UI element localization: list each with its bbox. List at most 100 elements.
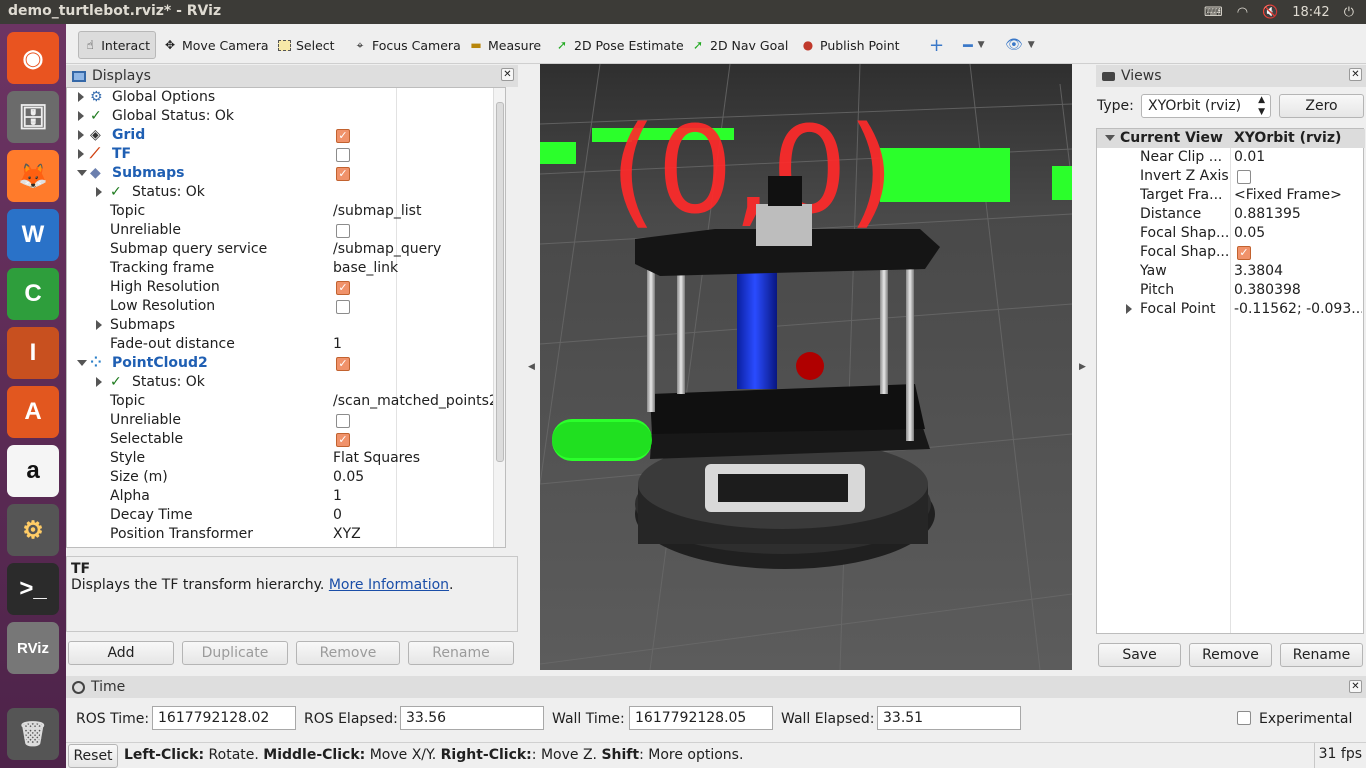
close-views-button[interactable]: ✕: [1349, 68, 1362, 81]
view-property-row[interactable]: Near Clip ... 0.01: [1097, 148, 1365, 167]
collapse-arrow-icon[interactable]: [77, 170, 87, 176]
files-icon[interactable]: 🗄: [7, 91, 59, 143]
display-row-value[interactable]: Flat Squares: [333, 450, 420, 466]
expand-arrow-icon[interactable]: [78, 111, 84, 121]
settings-icon[interactable]: ⚙: [7, 504, 59, 556]
view-property-value[interactable]: 0.01: [1234, 149, 1362, 165]
display-row-value[interactable]: 0: [333, 507, 342, 523]
display-row[interactable]: ◆ Submaps ✓: [67, 164, 505, 183]
select-tool-button[interactable]: Select: [273, 31, 340, 59]
duplicate-display-button[interactable]: Duplicate: [182, 641, 288, 665]
display-row[interactable]: Unreliable: [67, 221, 505, 240]
ros-time-field[interactable]: 1617792128.02: [152, 706, 296, 730]
ubuntu-dash-icon[interactable]: ◉: [7, 32, 59, 84]
display-row[interactable]: Tracking frame base_link: [67, 259, 505, 278]
rviz-icon[interactable]: RViz: [7, 622, 59, 674]
amazon-icon[interactable]: a: [7, 445, 59, 497]
current-view-row[interactable]: Current View XYOrbit (rviz): [1097, 129, 1365, 148]
power-icon[interactable]: ⏻: [1344, 5, 1354, 20]
writer-icon[interactable]: W: [7, 209, 59, 261]
display-row-value[interactable]: 0.05: [333, 469, 364, 485]
zero-button[interactable]: Zero: [1279, 94, 1364, 118]
display-row[interactable]: Selectable ✓: [67, 430, 505, 449]
view-property-checkbox[interactable]: [1237, 170, 1251, 184]
display-row-value[interactable]: /scan_matched_points2: [333, 393, 498, 409]
display-checkbox[interactable]: ✓: [336, 433, 350, 447]
display-row[interactable]: Low Resolution: [67, 297, 505, 316]
move-camera-tool-button[interactable]: ✥ Move Camera: [158, 31, 274, 59]
display-row[interactable]: Alpha 1: [67, 487, 505, 506]
display-row[interactable]: ⁘ PointCloud2 ✓: [67, 354, 505, 373]
left-splitter-handle[interactable]: ◀: [528, 362, 535, 372]
display-row-value[interactable]: /submap_list: [333, 203, 421, 219]
interact-tool-button[interactable]: ☝ Interact: [78, 31, 156, 59]
close-displays-button[interactable]: ✕: [501, 68, 514, 81]
scene-canvas[interactable]: (0,0): [540, 64, 1072, 670]
display-row[interactable]: Decay Time 0: [67, 506, 505, 525]
display-row[interactable]: Topic/scan_matched_points2: [67, 392, 505, 411]
render-view[interactable]: (0,0): [540, 64, 1072, 670]
expand-arrow-icon[interactable]: [78, 149, 84, 159]
display-row-value[interactable]: base_link: [333, 260, 398, 276]
display-row[interactable]: Fade-out distance 1: [67, 335, 505, 354]
rename-view-button[interactable]: Rename: [1280, 643, 1363, 667]
display-checkbox[interactable]: ✓: [336, 281, 350, 295]
view-property-value[interactable]: 3.3804: [1234, 263, 1362, 279]
measure-tool-button[interactable]: ▬ Measure: [464, 31, 546, 59]
display-row-value[interactable]: 1: [333, 336, 342, 352]
experimental-checkbox[interactable]: [1237, 711, 1251, 725]
view-property-row[interactable]: Distance 0.881395: [1097, 205, 1365, 224]
focus-camera-tool-button[interactable]: ⌖ Focus Camera: [348, 31, 466, 59]
firefox-icon[interactable]: 🦊: [7, 150, 59, 202]
view-type-select[interactable]: XYOrbit (rviz) ▲ ▼: [1141, 94, 1271, 118]
impress-icon[interactable]: I: [7, 327, 59, 379]
view-property-checkbox[interactable]: ✓: [1237, 246, 1251, 260]
more-information-link[interactable]: More Information: [329, 577, 449, 593]
display-row[interactable]: Topic/submap_list: [67, 202, 505, 221]
display-checkbox[interactable]: [336, 148, 350, 162]
add-display-button[interactable]: Add: [68, 641, 174, 665]
display-row[interactable]: ✓ Status: Ok: [67, 183, 505, 202]
view-property-row[interactable]: Target Fra... <Fixed Frame>: [1097, 186, 1365, 205]
display-row-value[interactable]: 1: [333, 488, 342, 504]
remove-tool-button[interactable]: ━ ▼: [958, 31, 990, 59]
ros-elapsed-field[interactable]: 33.56: [400, 706, 544, 730]
view-property-value[interactable]: 0.881395: [1234, 206, 1362, 222]
calc-icon[interactable]: C: [7, 268, 59, 320]
expand-arrow-icon[interactable]: [78, 130, 84, 140]
display-row[interactable]: ✓ Status: Ok: [67, 373, 505, 392]
collapse-arrow-icon[interactable]: [77, 360, 87, 366]
publish-point-tool-button[interactable]: ● Publish Point: [796, 31, 905, 59]
display-checkbox[interactable]: ✓: [336, 167, 350, 181]
display-row[interactable]: ✓ Global Status: Ok: [67, 107, 505, 126]
remove-view-button[interactable]: Remove: [1189, 643, 1272, 667]
clock[interactable]: 18:42: [1292, 5, 1329, 20]
expand-arrow-icon[interactable]: [78, 92, 84, 102]
display-row[interactable]: Unreliable: [67, 411, 505, 430]
view-property-row[interactable]: Invert Z Axis: [1097, 167, 1365, 186]
pose-estimate-tool-button[interactable]: ➚ 2D Pose Estimate: [550, 31, 689, 59]
display-row[interactable]: Position Transformer XYZ: [67, 525, 505, 544]
wall-time-field[interactable]: 1617792128.05: [629, 706, 773, 730]
view-property-row[interactable]: Yaw 3.3804: [1097, 262, 1365, 281]
wall-elapsed-field[interactable]: 33.51: [877, 706, 1021, 730]
view-menu-button[interactable]: 👁 ▼: [1000, 31, 1040, 59]
save-view-button[interactable]: Save: [1098, 643, 1181, 667]
view-property-row[interactable]: Focal Shap... ✓: [1097, 243, 1365, 262]
display-checkbox[interactable]: ✓: [336, 357, 350, 371]
expand-arrow-icon[interactable]: [1126, 304, 1132, 314]
view-property-value[interactable]: 0.05: [1234, 225, 1362, 241]
software-center-icon[interactable]: A: [7, 386, 59, 438]
right-splitter-handle[interactable]: ▶: [1079, 362, 1086, 372]
remove-display-button[interactable]: Remove: [296, 641, 400, 665]
view-property-row[interactable]: Focal Point -0.11562; -0.093...: [1097, 300, 1365, 319]
rename-display-button[interactable]: Rename: [408, 641, 514, 665]
expand-arrow-icon[interactable]: [96, 187, 102, 197]
wifi-icon[interactable]: ◠: [1237, 5, 1248, 20]
view-property-row[interactable]: Focal Shap... 0.05: [1097, 224, 1365, 243]
display-row-value[interactable]: XYZ: [333, 526, 361, 542]
expand-arrow-icon[interactable]: [96, 320, 102, 330]
display-row[interactable]: Submaps: [67, 316, 505, 335]
display-row[interactable]: ◈ Grid ✓: [67, 126, 505, 145]
nav-goal-tool-button[interactable]: ➚ 2D Nav Goal: [686, 31, 793, 59]
